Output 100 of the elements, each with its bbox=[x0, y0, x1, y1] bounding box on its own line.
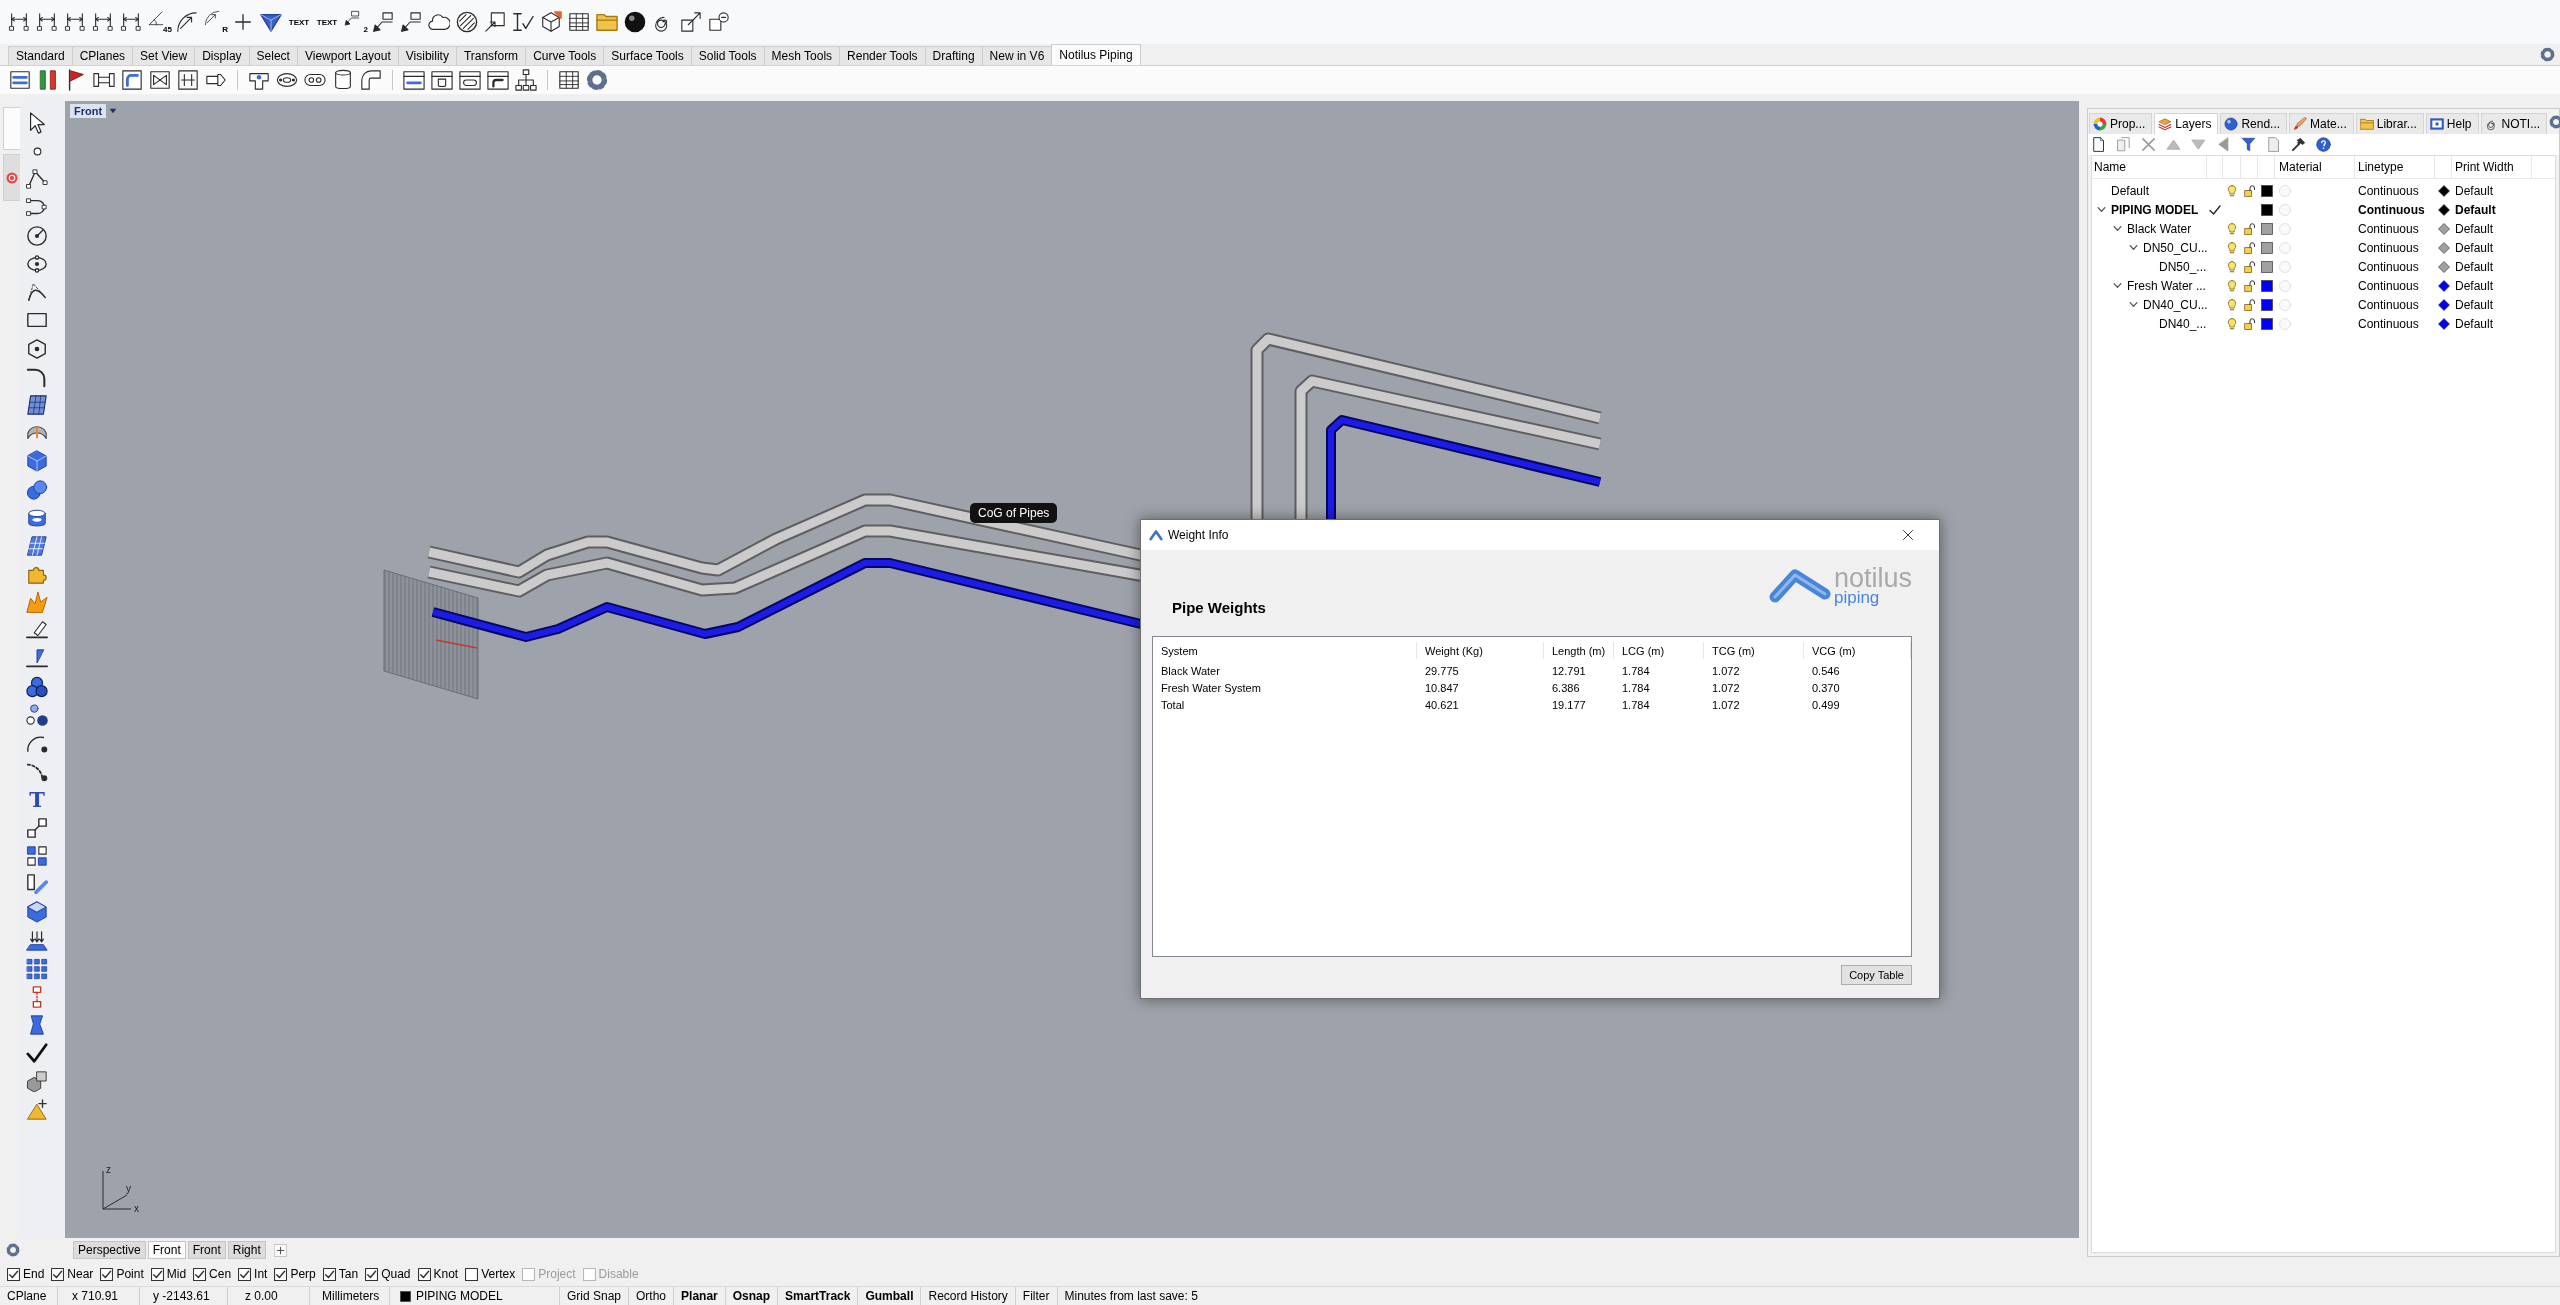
open-padlock-icon[interactable] bbox=[2243, 241, 2256, 254]
status-toggle[interactable]: Record History bbox=[928, 1289, 1008, 1303]
dots-icon[interactable] bbox=[26, 704, 48, 727]
dimension-icon[interactable] bbox=[120, 11, 142, 33]
framed-h-icon[interactable] bbox=[177, 69, 199, 91]
dot-grid-icon[interactable] bbox=[26, 957, 48, 980]
layer-linetype[interactable]: Continuous bbox=[2358, 316, 2419, 331]
checkbox[interactable] bbox=[51, 1267, 65, 1281]
checkbox[interactable] bbox=[193, 1267, 207, 1281]
column-header[interactable]: Material bbox=[2279, 160, 2322, 174]
current-layer[interactable]: PIPING MODEL bbox=[416, 1289, 503, 1303]
text-tool-button[interactable]: TEXT bbox=[285, 8, 313, 36]
osnap-label[interactable]: End bbox=[23, 1267, 45, 1281]
osnap-label[interactable]: Vertex bbox=[481, 1267, 516, 1281]
framed-capsule-icon[interactable] bbox=[459, 69, 481, 91]
status-toggle[interactable]: Osnap bbox=[732, 1289, 771, 1303]
layer-print-width[interactable]: Default bbox=[2455, 259, 2494, 274]
folder-icon[interactable] bbox=[596, 11, 618, 33]
solids-icon[interactable] bbox=[26, 1070, 48, 1093]
settings-icon[interactable] bbox=[586, 69, 608, 91]
layer-print-width[interactable]: Default bbox=[2455, 297, 2494, 312]
layer-print-width[interactable]: Default bbox=[2455, 278, 2494, 293]
ribbon-tab[interactable]: Render Tools bbox=[839, 46, 926, 65]
layer-name[interactable]: Default bbox=[2111, 183, 2150, 198]
settings-icon[interactable] bbox=[6, 1243, 20, 1257]
checkbox[interactable] bbox=[100, 1267, 114, 1281]
dropdown-caret-icon[interactable] bbox=[109, 107, 118, 115]
osnap-label[interactable]: Tan bbox=[338, 1267, 359, 1281]
chevron-down-icon[interactable] bbox=[2096, 205, 2106, 214]
osnap-label[interactable]: Point bbox=[116, 1267, 144, 1281]
color-swatch-icon[interactable] bbox=[2260, 222, 2273, 235]
square-arrow-icon[interactable] bbox=[680, 11, 702, 33]
gem-icon[interactable] bbox=[260, 11, 282, 33]
checkbox[interactable] bbox=[365, 1267, 379, 1281]
angle-dimension-button[interactable]: 45 bbox=[145, 8, 173, 36]
panel-tab[interactable]: Librar... bbox=[2355, 113, 2424, 134]
sphere-icon[interactable] bbox=[624, 11, 646, 33]
surface-icon[interactable] bbox=[26, 393, 48, 416]
leader-icon[interactable] bbox=[372, 11, 394, 33]
column-header[interactable]: System bbox=[1161, 644, 1198, 657]
light-bulb-icon[interactable] bbox=[2226, 184, 2238, 197]
light-bulb-icon[interactable] bbox=[2226, 317, 2238, 330]
cup-icon[interactable] bbox=[332, 69, 354, 91]
panel-tab[interactable]: NOTI... bbox=[2480, 113, 2548, 134]
dock-tab[interactable] bbox=[3, 154, 20, 201]
layer-name[interactable]: Black Water bbox=[2127, 221, 2192, 236]
arc-points-icon[interactable] bbox=[26, 196, 48, 219]
osnap-label[interactable]: Int bbox=[254, 1267, 268, 1281]
panel-tab[interactable]: Layers bbox=[2154, 113, 2219, 134]
color-swatch-icon[interactable] bbox=[2260, 279, 2273, 292]
layer-linetype[interactable]: Continuous bbox=[2358, 278, 2419, 293]
status-toggle[interactable]: Planar bbox=[681, 1289, 718, 1303]
viewport-tab[interactable]: Front bbox=[147, 1241, 186, 1259]
ribbon-tab[interactable]: Display bbox=[194, 46, 250, 65]
text-tool-button[interactable]: TEXT bbox=[313, 8, 341, 36]
framed-elbow-icon[interactable] bbox=[487, 69, 509, 91]
add-tab-icon[interactable] bbox=[273, 1243, 287, 1257]
open-padlock-icon[interactable] bbox=[2243, 222, 2256, 235]
status-toggle[interactable]: SmartTrack bbox=[785, 1289, 851, 1303]
dimension-icon[interactable] bbox=[8, 11, 30, 33]
framed-pipe-icon[interactable] bbox=[403, 69, 425, 91]
tree-icon[interactable] bbox=[515, 69, 537, 91]
hatch-icon[interactable] bbox=[456, 11, 478, 33]
pipe-frame-icon[interactable] bbox=[9, 69, 31, 91]
close-icon[interactable] bbox=[1902, 529, 1914, 541]
polyline-icon[interactable] bbox=[26, 168, 48, 191]
ribbon-tab[interactable]: Transform bbox=[455, 46, 527, 65]
left-triangle-icon[interactable] bbox=[2216, 137, 2231, 152]
panel-tab[interactable]: Mate... bbox=[2289, 113, 2354, 134]
cube-icon[interactable] bbox=[540, 11, 562, 33]
viewport-tab[interactable]: Right bbox=[227, 1241, 266, 1259]
layer-print-width[interactable]: Default bbox=[2455, 240, 2494, 255]
pyramid-icon[interactable] bbox=[26, 1098, 48, 1121]
chevron-down-icon[interactable] bbox=[2128, 243, 2138, 252]
color-swatch-icon[interactable] bbox=[2260, 184, 2273, 197]
radius-dimension-button[interactable]: R bbox=[201, 8, 229, 36]
move-squares-icon[interactable] bbox=[26, 816, 48, 839]
settings-icon[interactable] bbox=[2540, 47, 2555, 62]
mesh-icon[interactable] bbox=[26, 534, 48, 557]
chevron-down-icon[interactable] bbox=[2112, 224, 2122, 233]
split-line-icon[interactable] bbox=[26, 647, 48, 670]
light-bulb-icon[interactable] bbox=[2226, 260, 2238, 273]
leader-icon[interactable] bbox=[400, 11, 422, 33]
control-curve-icon[interactable] bbox=[26, 281, 48, 304]
ribbon-tab[interactable]: Viewport Layout bbox=[296, 46, 399, 65]
column-header[interactable]: LCG (m) bbox=[1622, 644, 1665, 657]
table-icon[interactable] bbox=[558, 69, 580, 91]
osnap-label[interactable]: Perp bbox=[290, 1267, 316, 1281]
viewport-tab[interactable]: Front bbox=[187, 1241, 226, 1259]
dimension-icon[interactable] bbox=[36, 11, 58, 33]
layer-name[interactable]: Fresh Water ... bbox=[2127, 278, 2206, 293]
cloud-icon[interactable] bbox=[428, 11, 450, 33]
layer-linetype[interactable]: Continuous bbox=[2358, 183, 2419, 198]
elbow-icon[interactable] bbox=[360, 69, 382, 91]
polygon-icon[interactable] bbox=[26, 337, 48, 360]
ribbon-tab[interactable]: Notilus Piping bbox=[1051, 44, 1141, 65]
ribbon-tab[interactable]: Set View bbox=[132, 46, 196, 65]
box-cutout-icon[interactable] bbox=[26, 901, 48, 924]
chevron-down-icon[interactable] bbox=[2112, 281, 2122, 290]
status-toggle[interactable]: Ortho bbox=[636, 1289, 667, 1303]
